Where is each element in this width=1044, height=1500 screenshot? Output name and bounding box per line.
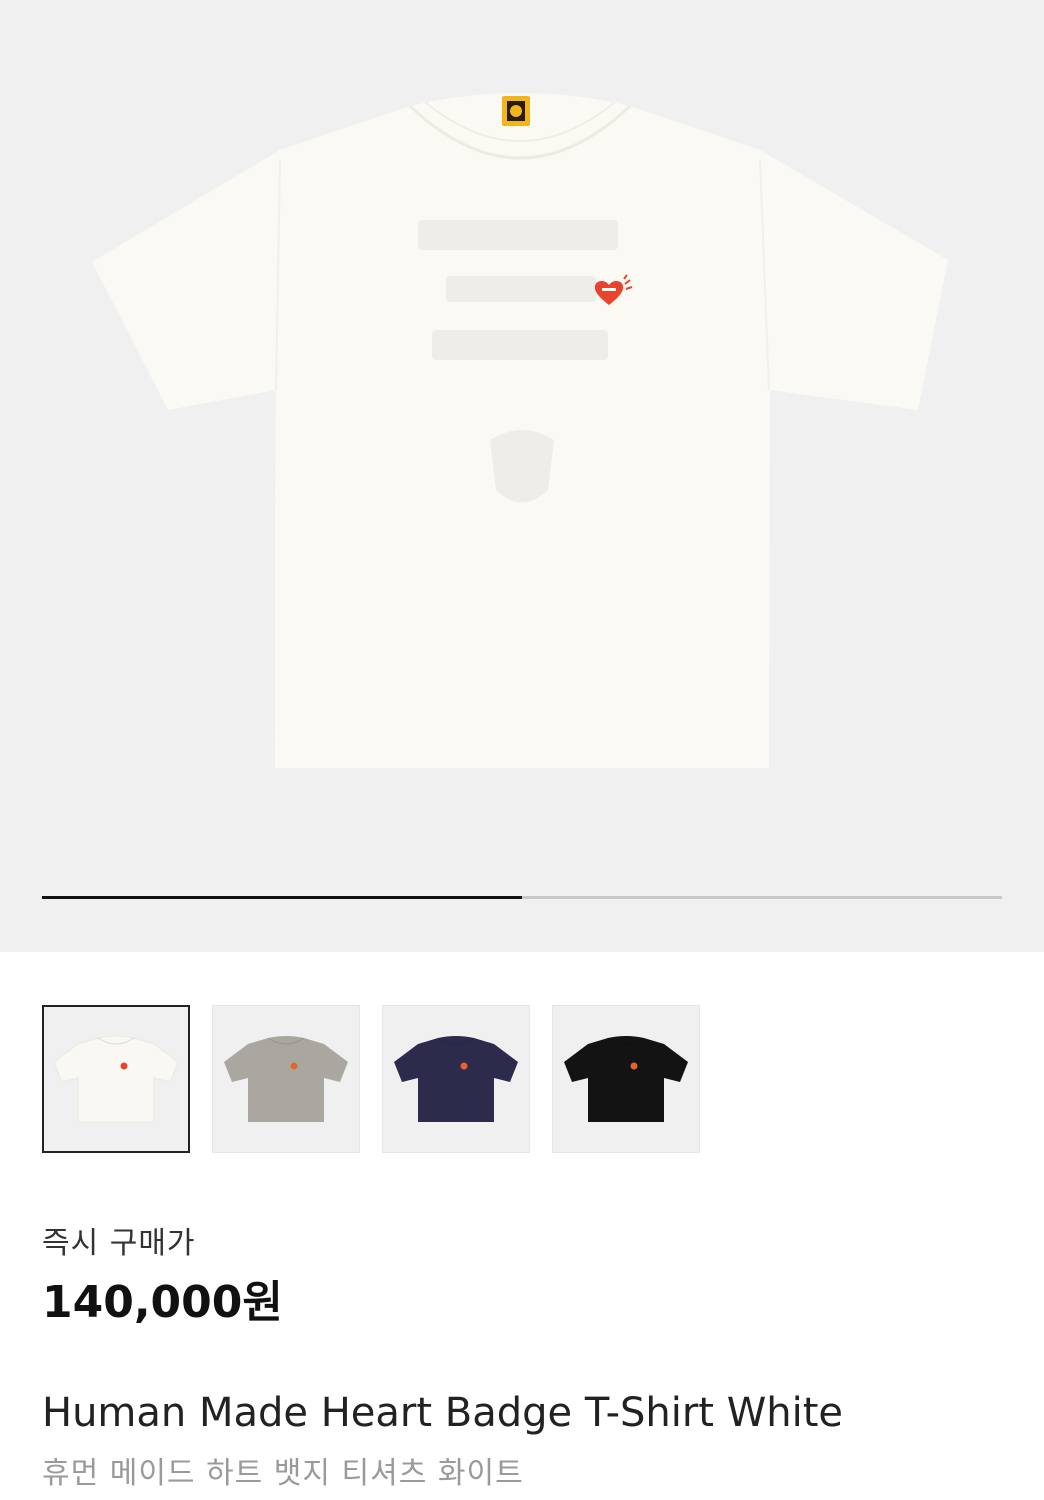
product-title-ko: 휴먼 메이드 하트 뱃지 티셔츠 화이트 bbox=[42, 1456, 524, 1491]
product-title-en: Human Made Heart Badge T-Shirt White bbox=[42, 1390, 844, 1436]
tshirt-icon bbox=[564, 1036, 688, 1122]
thumbnail-black[interactable] bbox=[552, 1005, 700, 1153]
product-image-carousel[interactable] bbox=[0, 0, 1044, 952]
tshirt-icon bbox=[54, 1035, 178, 1123]
thumbnail-white[interactable] bbox=[42, 1005, 190, 1153]
brand-tag-icon bbox=[502, 96, 530, 126]
price-label: 즉시 구매가 bbox=[42, 1226, 196, 1261]
thumbnail-strip bbox=[42, 1005, 700, 1153]
main-product-image bbox=[92, 93, 948, 768]
tshirt-icon bbox=[224, 1036, 348, 1122]
carousel-progress-fill bbox=[42, 896, 522, 899]
thumbnail-gray[interactable] bbox=[212, 1005, 360, 1153]
tshirt-icon bbox=[394, 1036, 518, 1122]
thumbnail-navy[interactable] bbox=[382, 1005, 530, 1153]
carousel-progress-bar bbox=[42, 896, 1002, 899]
price-value: 140,000원 bbox=[42, 1277, 283, 1328]
